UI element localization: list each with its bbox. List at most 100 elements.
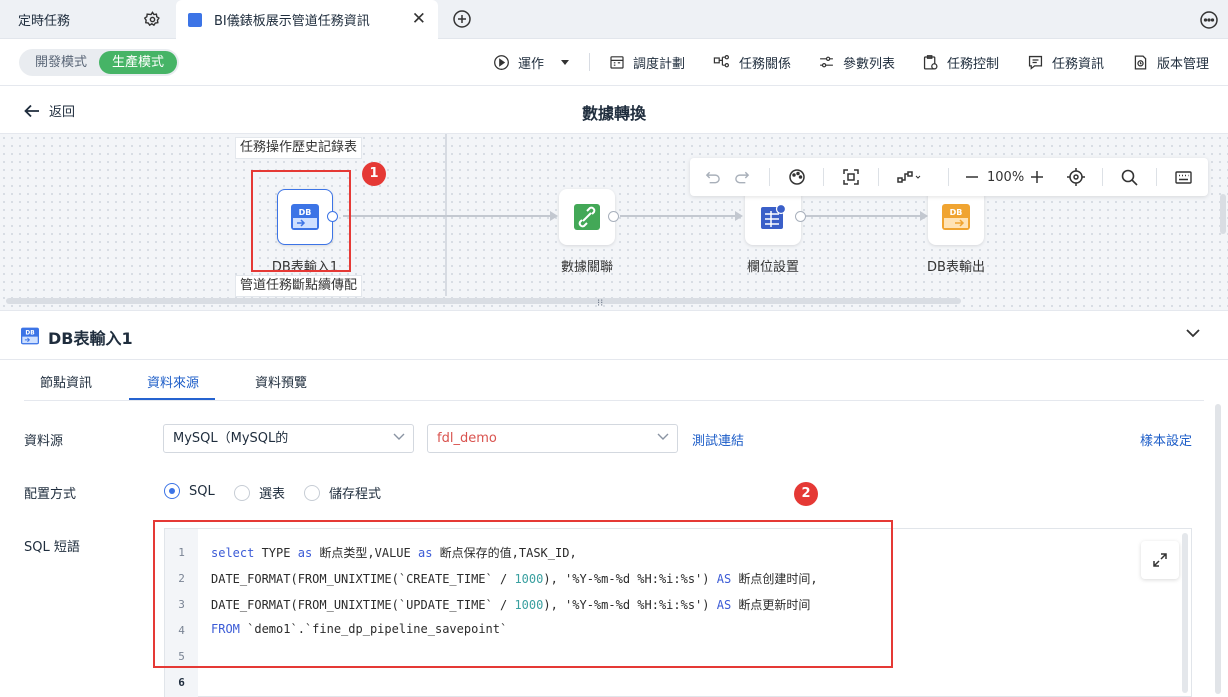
zoom-level: 100% [987,169,1025,185]
redo-icon[interactable] [734,168,751,186]
sql-statement-label: SQL 短語 [24,540,80,555]
calendar-icon [610,56,624,69]
relation-icon [713,55,730,68]
zoom-in-icon[interactable] [1030,168,1044,186]
task-info-button[interactable]: 任務資訊 [1027,39,1104,85]
radio-unchecked-icon [234,484,250,501]
clipboard-icon [923,54,938,70]
task-relation-button[interactable]: 任務關係 [713,39,791,85]
db-icon-text: DB [950,208,963,217]
fit-view-icon[interactable] [843,168,859,186]
add-tab-icon[interactable] [452,9,472,29]
prod-mode-button[interactable]: 生產模式 [99,51,177,74]
edge-join-to-fields [620,215,738,217]
editor-scrollbar[interactable] [1182,533,1188,693]
data-source-select[interactable]: MySQL（MySQL的 [163,424,414,453]
toolbar-divider [769,168,770,186]
data-source-value: MySQL（MySQL的 [173,431,289,446]
tabs-divider [24,400,1204,401]
tab-bi-dashboard[interactable]: BI儀錶板展示管道任務資訊 ✕ [176,0,438,39]
keyboard-icon[interactable] [1175,168,1192,186]
chevron-down-icon [657,433,669,440]
schedule-plan-label: 調度計劃 [633,56,686,72]
edge-arrow [550,211,558,221]
tab-scheduled-tasks[interactable]: 定時任務 [0,0,172,39]
close-icon[interactable]: ✕ [412,10,426,28]
message-icon [1028,55,1043,70]
dev-mode-button[interactable]: 開發模式 [21,51,101,74]
tab-label: BI儀錶板展示管道任務資訊 [214,14,370,29]
schedule-plan-button[interactable]: 調度計劃 [609,39,685,85]
radio-select-table[interactable]: 選表 [234,483,285,502]
radio-sql[interactable]: SQL [164,483,215,499]
search-icon[interactable] [1121,168,1138,186]
db-output-icon: DB [942,204,970,230]
theme-icon[interactable] [788,168,806,186]
param-list-label: 參數列表 [843,56,896,72]
test-connection-link[interactable]: 測試連結 [692,430,744,449]
tab-label: 定時任務 [18,14,71,29]
panel-scrollbar[interactable] [1215,404,1221,694]
edge-input-to-join [343,215,553,217]
config-method-label: 配置方式 [24,487,77,502]
edge-fields-to-output [806,215,922,217]
database-value: fdl_demo [437,431,497,446]
canvas-vertical-scrollbar[interactable] [1220,194,1226,234]
note-history-table[interactable]: 任務操作歷史記錄表 [235,137,363,159]
output-port[interactable] [608,211,619,222]
tab-data-source[interactable]: 資料來源 [147,372,199,391]
radio-stored-procedure[interactable]: 儲存程式 [304,483,381,502]
field-settings-icon [761,203,787,229]
highlight-box-node [251,170,351,272]
resize-handle-icon[interactable]: ⁝⁝ [597,298,603,309]
db-icon-text: DB [25,331,34,337]
radio-table-label: 選表 [259,487,286,502]
highlight-box-sql [153,520,893,668]
radio-proc-label: 儲存程式 [329,487,382,502]
page-header: 返回 數據轉換 [0,86,1228,134]
tab-node-info[interactable]: 節點資訊 [40,372,92,391]
db-input-icon: DB [21,327,39,345]
toolbar-divider [878,168,879,186]
gear-icon[interactable] [144,11,161,28]
data-source-label: 資料源 [24,434,64,449]
note-savepoint-config[interactable]: 管道任務斷點續傳配 [235,275,363,297]
undo-icon[interactable] [704,168,721,186]
output-port[interactable] [795,211,806,222]
node-panel-header: DB DB表輸入1 [0,310,1228,360]
line-number: 6 [178,676,185,689]
layout-icon[interactable] [897,168,921,186]
radio-sql-label: SQL [189,483,215,499]
run-button[interactable]: 運作 [493,39,570,85]
panel-title: DB表輸入1 [48,329,133,348]
sample-settings-link[interactable]: 樣本設定 [1140,430,1192,449]
task-relation-label: 任務關係 [739,56,792,72]
mode-switch[interactable]: 開發模式 生產模式 [19,49,179,76]
locate-icon[interactable] [1067,168,1085,186]
canvas-horizontal-scrollbar[interactable] [6,298,961,304]
edge-arrow [920,211,928,221]
node-label: 數據關聯 [560,260,613,275]
radio-checked-icon [164,483,180,499]
edge-arrow [735,211,743,221]
database-select[interactable]: fdl_demo [427,424,678,453]
node-db-output[interactable]: DB [928,189,984,245]
more-icon[interactable] [1199,10,1219,30]
zoom-out-icon[interactable] [965,168,979,186]
tab-data-preview[interactable]: 資料預覽 [255,372,307,391]
toolbar-divider [1102,168,1103,186]
version-manage-button[interactable]: 版本管理 [1132,39,1209,85]
task-control-button[interactable]: 任務控制 [922,39,999,85]
node-data-join[interactable] [559,189,615,245]
chevron-down-icon[interactable] [1186,329,1200,338]
expand-button[interactable] [1141,541,1179,579]
flow-canvas[interactable]: 任務操作歷史記錄表 管道任務斷點續傳配 DB DB表輸入1 1 數據關聯 欄位設… [0,134,1228,310]
node-field-settings[interactable] [745,189,801,245]
tab-bar: 定時任務 BI儀錶板展示管道任務資訊 ✕ [0,0,1228,39]
version-manage-label: 版本管理 [1157,56,1210,72]
version-icon [1134,54,1147,70]
chevron-down-icon [393,433,405,440]
toolbar-divider [948,168,949,186]
caret-down-icon[interactable] [560,57,570,67]
param-list-button[interactable]: 參數列表 [818,39,895,85]
